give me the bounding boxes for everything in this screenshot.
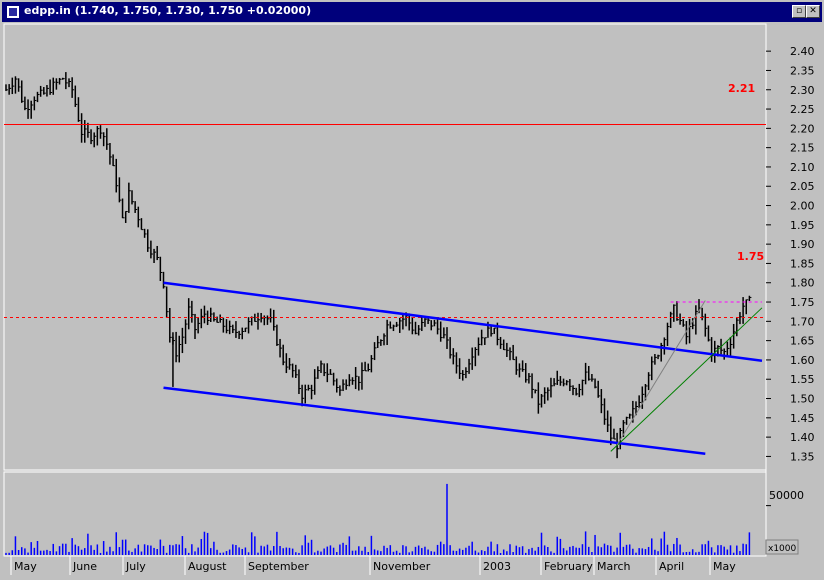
target-label: 1.75 [737, 250, 764, 263]
resistance-label: 2.21 [728, 82, 755, 95]
y-tick-label: 1.75 [790, 296, 815, 309]
y-tick-label: 2.10 [790, 161, 815, 174]
y-tick-label: 1.55 [790, 373, 815, 386]
x-tick-label: 2003 [483, 560, 511, 573]
y-tick-label: 1.80 [790, 277, 815, 290]
chart-canvas: 2.40 2.35 2.30 2.25 2.20 2.15 2.10 2.05 2.00 1.95… [3, 23, 815, 575]
y-tick-label: 1.70 [790, 315, 815, 328]
y-tick-label: 1.40 [790, 431, 815, 444]
x-tick-label: April [659, 560, 684, 573]
y-tick-label: 2.35 [790, 64, 815, 77]
y-tick-label: 1.60 [790, 354, 815, 367]
x-tick-label: March [597, 560, 631, 573]
y-tick-label: 1.65 [790, 335, 815, 348]
x-tick-label: July [125, 560, 146, 573]
y-tick-label: 1.85 [790, 257, 815, 270]
y-tick-label: 1.90 [790, 238, 815, 251]
x-tick-label: June [72, 560, 97, 573]
x-axis-labels: May June July August September November 2003 Fe… [10, 556, 736, 575]
x-tick-label: September [248, 560, 309, 573]
y-tick-label: 1.45 [790, 412, 815, 425]
y-tick-label: 2.20 [790, 122, 815, 135]
y-tick-label: 2.15 [790, 142, 815, 155]
y-tick-label: 2.30 [790, 84, 815, 97]
x-tick-label: November [373, 560, 431, 573]
chart-window: edpp.in (1.740, 1.750, 1.730, 1.750 +0.0… [0, 0, 824, 580]
y-tick-label: 2.25 [790, 103, 815, 116]
volume-unit-label: x1000 [768, 544, 797, 554]
y-tick-label: 2.40 [790, 45, 815, 58]
x-tick-label: February [544, 560, 593, 573]
price-panel [3, 23, 767, 471]
y-tick-label: 2.05 [790, 180, 815, 193]
y-tick-label: 1.35 [790, 450, 815, 463]
y-tick-label: 1.50 [790, 393, 815, 406]
y-axis-labels: 2.40 2.35 2.30 2.25 2.20 2.15 2.10 2.05 2.00 1.95… [766, 45, 815, 463]
x-tick-label: May [14, 560, 37, 573]
y-tick-label: 1.95 [790, 219, 815, 232]
x-tick-label: August [188, 560, 227, 573]
y-tick-label: 2.00 [790, 200, 815, 213]
x-tick-label: May [713, 560, 736, 573]
volume-tick-label: 50000 [769, 489, 804, 502]
